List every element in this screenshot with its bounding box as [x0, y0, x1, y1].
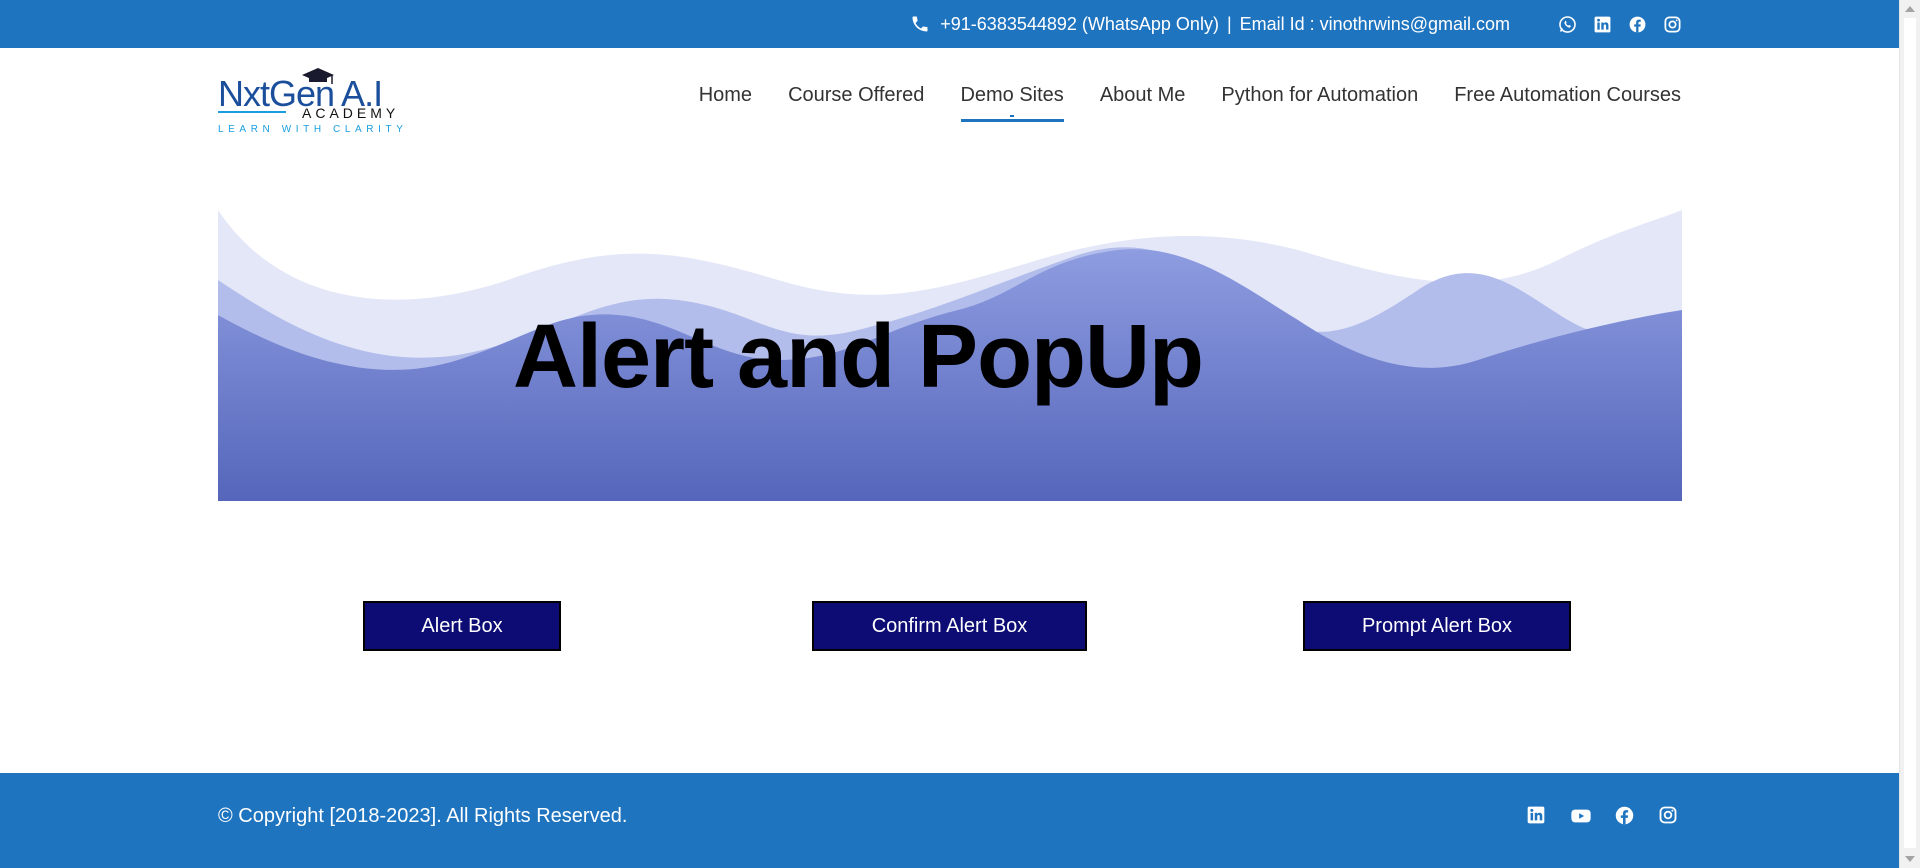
hero-banner: Alert and PopUp — [218, 210, 1682, 501]
scroll-down-arrow-icon[interactable] — [1905, 856, 1915, 862]
logo-sub: ACADEMY — [302, 105, 399, 121]
nav-item-course-offered[interactable]: Course Offered — [770, 78, 942, 122]
footer-social-links — [1526, 805, 1680, 827]
contact-separator: | — [1226, 13, 1232, 34]
instagram-icon[interactable] — [1663, 15, 1682, 34]
nav-item-free-automation-courses[interactable]: Free Automation Courses — [1436, 78, 1681, 122]
site-footer: © Copyright [2018-2023]. All Rights Rese… — [0, 773, 1899, 868]
youtube-icon[interactable] — [1570, 805, 1592, 827]
page: +91-6383544892 (WhatsApp Only) | Email I… — [0, 0, 1899, 868]
prompt-alert-box-button[interactable]: Prompt Alert Box — [1303, 601, 1571, 651]
nav-item-demo-sites[interactable]: Demo Sites — [942, 78, 1081, 122]
nav-item-python-for-automation[interactable]: Python for Automation — [1203, 78, 1436, 122]
phone-number: +91-6383544892 (WhatsApp Only) — [940, 13, 1219, 34]
email-address[interactable]: Email Id : vinothrwins@gmail.com — [1240, 14, 1510, 35]
scroll-up-arrow-icon[interactable] — [1905, 6, 1915, 12]
vertical-scrollbar[interactable] — [1899, 0, 1920, 868]
facebook-icon[interactable] — [1628, 15, 1647, 34]
copyright-text: © Copyright [2018-2023]. All Rights Rese… — [218, 805, 628, 827]
linkedin-icon[interactable] — [1593, 15, 1612, 34]
whatsapp-icon[interactable] — [1558, 15, 1577, 34]
linkedin-icon[interactable] — [1526, 805, 1548, 827]
nav-item-home[interactable]: Home — [681, 78, 770, 122]
contact-info: +91-6383544892 (WhatsApp Only) | Email I… — [910, 0, 1510, 48]
facebook-icon[interactable] — [1614, 805, 1636, 827]
main-nav: Home Course Offered Demo Sites About Me … — [681, 78, 1681, 122]
scrollbar-thumb[interactable] — [1904, 18, 1916, 848]
phone-icon — [910, 14, 930, 34]
top-social-links — [1558, 0, 1682, 48]
confirm-alert-box-button[interactable]: Confirm Alert Box — [812, 601, 1087, 651]
instagram-icon[interactable] — [1658, 805, 1680, 827]
nav-item-about-me[interactable]: About Me — [1082, 78, 1204, 122]
site-logo[interactable]: NxtGen A.I ACADEMY LEARN WITH CLARITY — [218, 62, 418, 135]
page-title: Alert and PopUp — [512, 307, 1204, 407]
top-contact-bar: +91-6383544892 (WhatsApp Only) | Email I… — [0, 0, 1899, 48]
alert-box-button[interactable]: Alert Box — [363, 601, 561, 651]
site-header: NxtGen A.I ACADEMY LEARN WITH CLARITY Ho… — [0, 48, 1899, 138]
logo-tagline: LEARN WITH CLARITY — [218, 124, 407, 134]
